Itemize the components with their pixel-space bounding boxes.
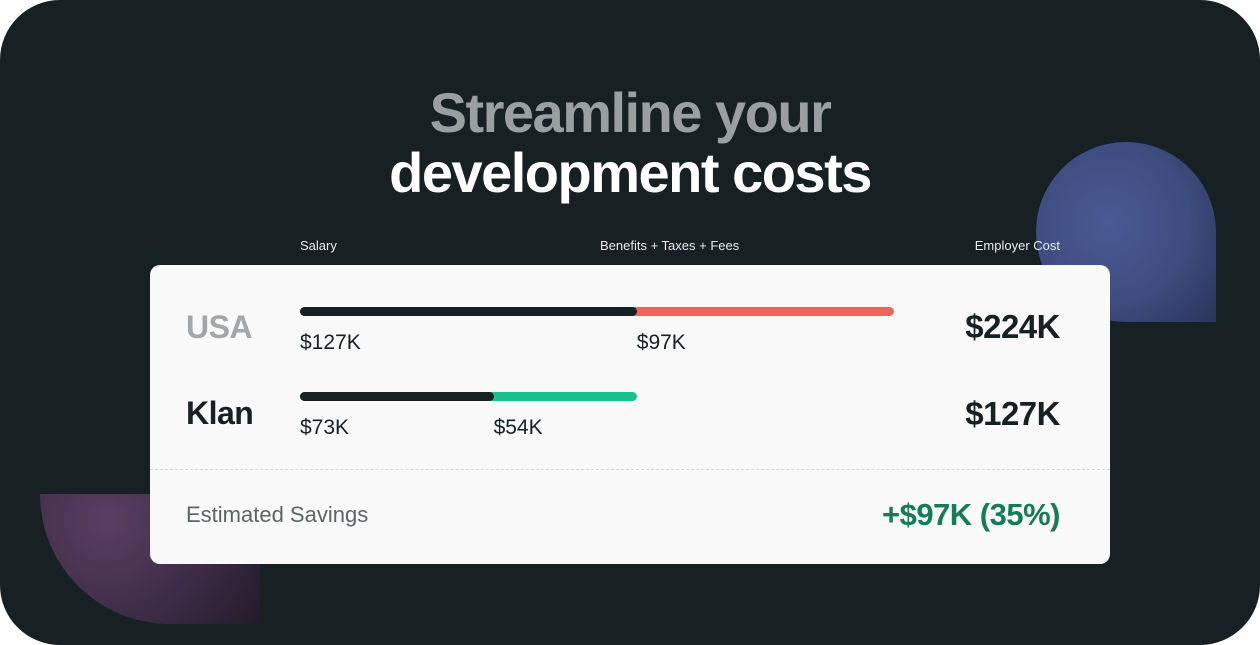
salary-value-klan: $73K [300,416,350,439]
column-label-benefits: Benefits + Taxes + Fees [600,238,740,253]
divider [150,469,1110,470]
salary-bar-usa [300,307,637,316]
headline-line-1: Streamline your [429,81,832,144]
column-label-salary: Salary [300,238,337,253]
employer-cost-usa: $224K [965,308,1060,345]
salary-value-usa: $127K [300,331,361,354]
salary-bar-klan [300,392,494,401]
promo-panel: Streamline your development costs Salary… [0,0,1260,645]
employer-cost-klan: $127K [965,395,1060,432]
savings-label: Estimated Savings [186,502,369,527]
column-label-employer-cost: Employer Cost [974,238,1060,253]
extras-value-klan: $54K [493,416,543,439]
savings-value: +$97K (35%) [881,497,1061,532]
headline-line-2: development costs [389,141,872,204]
row-name-klan: Klan [186,395,254,431]
extras-value-usa: $97K [636,331,686,354]
cost-comparison-card: USA $127K $97K $224K Klan $73K $54K $127… [150,265,1110,564]
row-name-usa: USA [186,309,253,345]
